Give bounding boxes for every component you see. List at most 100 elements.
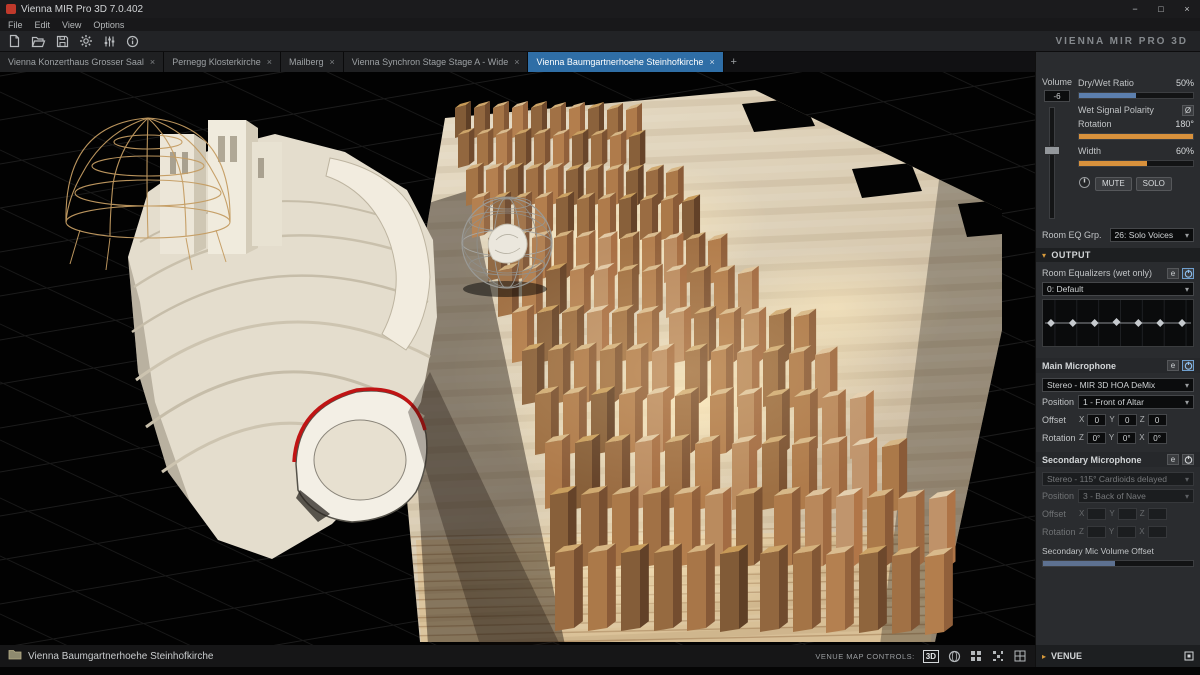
minimize-button[interactable]: − <box>1122 0 1148 18</box>
wet-polarity-toggle[interactable]: Ø <box>1182 105 1194 116</box>
main-mic-offset-y[interactable]: 0 <box>1118 414 1137 426</box>
rotation-row-label: Rotation <box>1042 433 1076 443</box>
menu-edit[interactable]: Edit <box>35 20 51 30</box>
section-arrow-icon: ▾ <box>1042 251 1046 260</box>
menu-view[interactable]: View <box>62 20 81 30</box>
width-slider[interactable] <box>1078 160 1194 167</box>
secondary-mic-rotation-y[interactable] <box>1117 526 1136 538</box>
rotation-value: 180° <box>1175 119 1194 129</box>
main-mic-rotation-y[interactable]: 0° <box>1117 432 1136 444</box>
room-eq-preset-value: 0: Default <box>1047 284 1083 294</box>
toolbar: VIENNA MIR PRO 3D <box>0 31 1200 52</box>
window-controls: − □ × <box>1122 0 1200 18</box>
mir-pro-window: Vienna MIR Pro 3D 7.0.402 − □ × File Edi… <box>0 0 1200 675</box>
tab-venue-2[interactable]: Pernegg Klosterkirche × <box>164 52 281 72</box>
main-mic-rotation-x[interactable]: 0° <box>1148 432 1167 444</box>
main-mic-power-button[interactable] <box>1182 360 1194 371</box>
mute-button[interactable]: MUTE <box>1095 177 1132 191</box>
save-icon[interactable] <box>56 35 69 48</box>
venue-folder-icon <box>8 649 22 663</box>
venue-map-controls: VENUE MAP CONTROLS: 3D <box>815 650 1027 663</box>
rotation-slider[interactable] <box>1078 133 1194 140</box>
maximize-button[interactable]: □ <box>1148 0 1174 18</box>
drywet-slider[interactable] <box>1078 92 1194 99</box>
volume-fader-handle[interactable] <box>1044 146 1060 155</box>
tab-label: Vienna Synchron Stage Stage A - Wide <box>352 57 508 67</box>
tab-close-icon[interactable]: × <box>709 57 714 67</box>
map-grid-toggle-3[interactable] <box>1013 650 1027 663</box>
menu-options[interactable]: Options <box>93 20 124 30</box>
main-mic-rotation-z[interactable]: 0° <box>1087 432 1106 444</box>
info-icon[interactable] <box>126 35 139 48</box>
main-mic-type-value: Stereo - MIR 3D HOA DeMix <box>1047 380 1155 390</box>
map-grid-toggle-2[interactable] <box>991 650 1005 663</box>
tab-venue-3[interactable]: Mailberg × <box>281 52 344 72</box>
bottom-edge <box>0 667 1200 675</box>
room-eq-group-label: Room EQ Grp. <box>1042 230 1102 240</box>
main-mic-position-value: 1 - Front of Altar <box>1083 397 1144 407</box>
venue-expand-icon[interactable] <box>1184 651 1194 661</box>
venue-3d-viewport[interactable] <box>0 72 1035 645</box>
room-eq-curve-editor[interactable] <box>1042 299 1194 347</box>
tab-venue-5-active[interactable]: Vienna Baumgartnerhoehe Steinhofkirche × <box>528 52 723 72</box>
secondary-mic-type-dropdown[interactable]: Stereo - 115° Cardioids delayed ▾ <box>1042 472 1194 486</box>
chevron-down-icon: ▾ <box>1185 231 1189 240</box>
secondary-mic-offset-x[interactable] <box>1087 508 1106 520</box>
room-eq-edit-button[interactable]: e <box>1167 268 1179 279</box>
secondary-mic-volume-label: Secondary Mic Volume Offset <box>1042 546 1194 556</box>
offset-label: Offset <box>1042 509 1076 519</box>
tab-venue-1[interactable]: Vienna Konzerthaus Grosser Saal × <box>0 52 164 72</box>
secondary-mic-position-dropdown[interactable]: 3 - Back of Nave ▾ <box>1078 489 1194 503</box>
chevron-down-icon: ▾ <box>1185 492 1189 501</box>
room-eq-group-value: 26: Solo Voices <box>1115 230 1174 240</box>
drywet-value: 50% <box>1176 78 1194 88</box>
main-mic-offset-row: Offset X 0 Y 0 Z 0 <box>1042 412 1194 427</box>
chevron-down-icon: ▾ <box>1185 398 1189 407</box>
settings-gear-icon[interactable] <box>79 34 93 48</box>
main-mic-position-dropdown[interactable]: 1 - Front of Altar ▾ <box>1078 395 1194 409</box>
secondary-mic-offset-y[interactable] <box>1118 508 1137 520</box>
pan-knob[interactable] <box>1078 176 1091 191</box>
tab-label: Vienna Konzerthaus Grosser Saal <box>8 57 144 67</box>
map-3d-toggle[interactable]: 3D <box>923 650 939 663</box>
new-tab-button[interactable]: + <box>724 52 744 72</box>
room-eq-preset-dropdown[interactable]: 0: Default ▾ <box>1042 282 1194 296</box>
tab-close-icon[interactable]: × <box>514 57 519 67</box>
open-folder-icon[interactable] <box>31 35 46 48</box>
map-grid-toggle-1[interactable] <box>969 650 983 663</box>
room-eq-group-dropdown[interactable]: 26: Solo Voices ▾ <box>1110 228 1194 242</box>
close-button[interactable]: × <box>1174 0 1200 18</box>
main-mic-offset-x[interactable]: 0 <box>1087 414 1106 426</box>
new-project-icon[interactable] <box>8 34 21 48</box>
venue-section-header[interactable]: ▸ VENUE <box>1035 645 1200 667</box>
map-sphere-toggle[interactable] <box>947 650 961 663</box>
main-mic-offset-z[interactable]: 0 <box>1148 414 1167 426</box>
secondary-mic-volume-slider[interactable] <box>1042 560 1194 567</box>
tab-venue-4[interactable]: Vienna Synchron Stage Stage A - Wide × <box>344 52 529 72</box>
venue-tab-bar: Vienna Konzerthaus Grosser Saal × Perneg… <box>0 52 1035 72</box>
tab-close-icon[interactable]: × <box>267 57 272 67</box>
viewport-container <box>0 72 1035 645</box>
tab-close-icon[interactable]: × <box>330 57 335 67</box>
title-bar[interactable]: Vienna MIR Pro 3D 7.0.402 − □ × <box>0 0 1200 18</box>
secondary-mic-offset-z[interactable] <box>1148 508 1167 520</box>
secondary-mic-rotation-z[interactable] <box>1087 526 1106 538</box>
secondary-mic-edit-button[interactable]: e <box>1167 454 1179 465</box>
volume-label: Volume <box>1042 77 1072 87</box>
main-mic-type-dropdown[interactable]: Stereo - MIR 3D HOA DeMix ▾ <box>1042 378 1194 392</box>
rotation-label: Rotation <box>1078 119 1112 129</box>
room-eq-power-button[interactable] <box>1182 268 1194 279</box>
tab-close-icon[interactable]: × <box>150 57 155 67</box>
main-mic-edit-button[interactable]: e <box>1167 360 1179 371</box>
app-icon <box>6 4 16 14</box>
volume-fader[interactable] <box>1042 105 1062 225</box>
output-section-header[interactable]: ▾ OUTPUT <box>1036 248 1200 262</box>
menu-file[interactable]: File <box>8 20 23 30</box>
solo-button[interactable]: SOLO <box>1136 177 1172 191</box>
mixer-icon[interactable] <box>103 35 116 48</box>
volume-value[interactable]: -6 <box>1044 90 1070 102</box>
secondary-mic-power-button[interactable] <box>1182 454 1194 465</box>
axis-label: Z <box>1079 527 1084 536</box>
secondary-mic-rotation-x[interactable] <box>1148 526 1167 538</box>
axis-label: Z <box>1079 433 1084 442</box>
